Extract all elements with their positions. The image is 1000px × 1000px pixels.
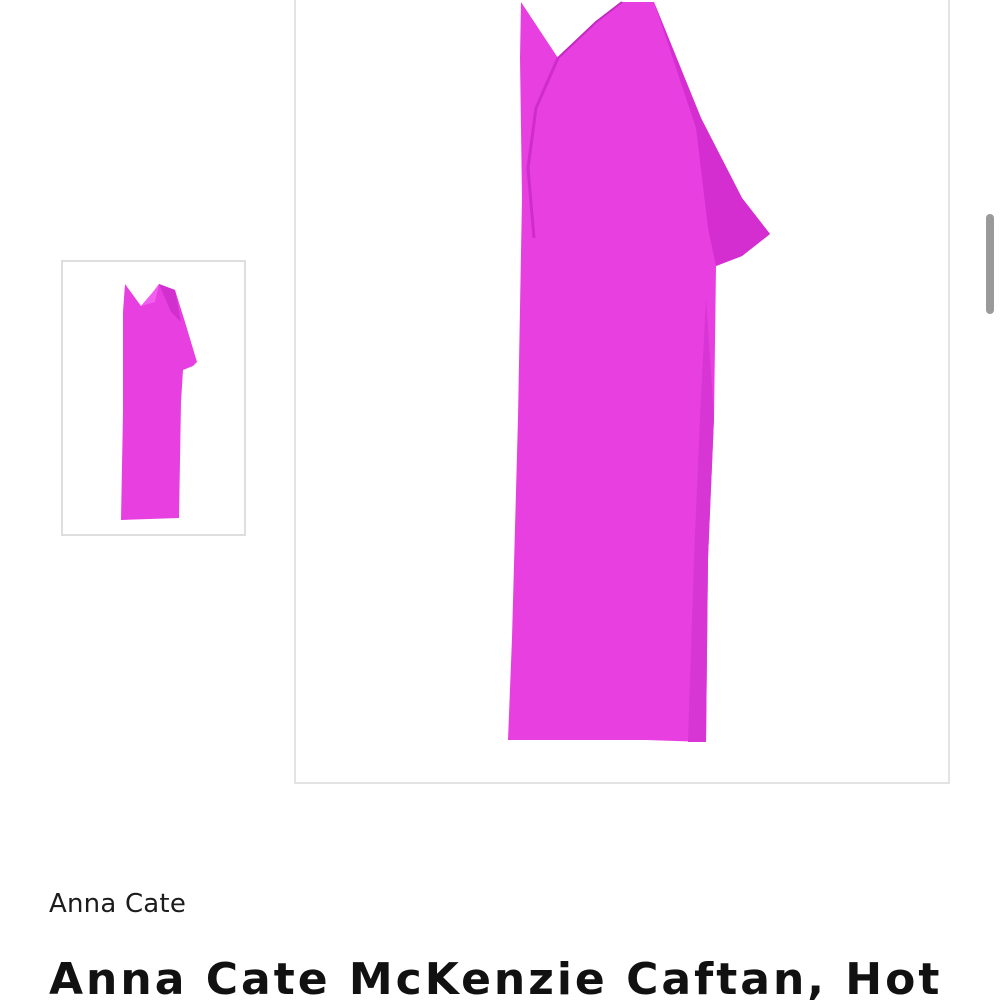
product-title: Anna Cate McKenzie Caftan, Hot	[49, 954, 943, 1000]
page-scrollbar[interactable]	[986, 214, 994, 314]
product-brand[interactable]: Anna Cate	[49, 889, 186, 919]
dress-thumbnail-icon	[121, 284, 197, 520]
product-thumbnail[interactable]	[61, 260, 246, 536]
dress-main-icon	[508, 1, 770, 742]
product-page: Anna Cate Anna Cate McKenzie Caftan, Hot	[0, 0, 1000, 1000]
product-main-image[interactable]	[294, 0, 950, 784]
